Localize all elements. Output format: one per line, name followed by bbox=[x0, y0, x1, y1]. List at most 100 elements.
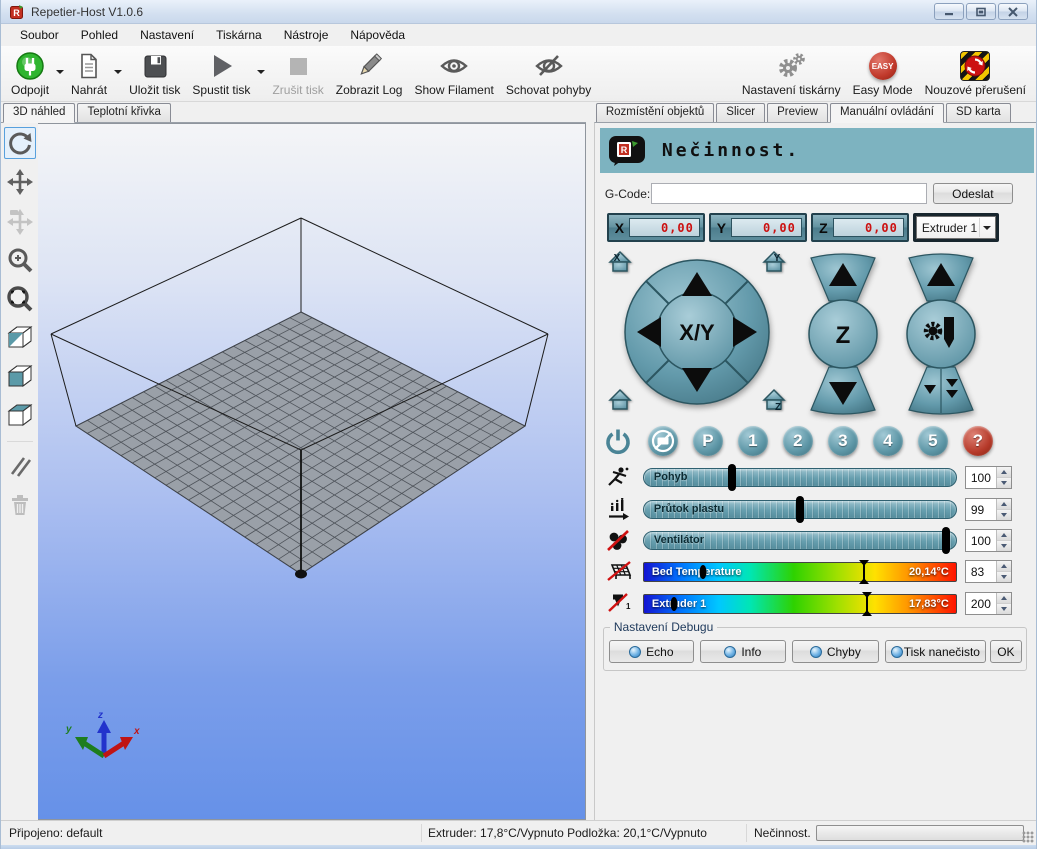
home-z-icon: Z bbox=[761, 387, 787, 413]
flow-slider-thumb[interactable] bbox=[796, 496, 804, 523]
motor-off-button[interactable] bbox=[648, 426, 678, 456]
zoom-fit-icon bbox=[6, 285, 34, 313]
help-button[interactable]: ? bbox=[963, 426, 993, 456]
fan-slider-thumb[interactable] bbox=[942, 527, 950, 554]
cancel-print-button: Zrušit tisk bbox=[266, 48, 329, 101]
extruder-select[interactable]: Extruder 1 bbox=[916, 216, 996, 239]
debug-echo-button[interactable]: Echo bbox=[609, 640, 694, 663]
home-x-button[interactable]: X bbox=[607, 249, 633, 275]
maximize-button[interactable] bbox=[966, 3, 996, 20]
disconnect-label: Odpojit bbox=[11, 83, 49, 97]
left-pane: 3D náhled Teplotní křivka bbox=[1, 102, 586, 820]
menu-pohled[interactable]: Pohled bbox=[70, 25, 129, 45]
home-z-button[interactable]: Z bbox=[761, 387, 787, 413]
fan-value-box[interactable]: 100 bbox=[965, 529, 1012, 552]
send-gcode-button[interactable]: Odeslat bbox=[933, 183, 1013, 204]
start-print-button[interactable]: Spustit tisk bbox=[186, 48, 256, 101]
debug-dry-run-button[interactable]: Tisk nanečisto bbox=[885, 640, 986, 663]
debug-ok-button[interactable]: OK bbox=[990, 640, 1022, 663]
svg-text:1: 1 bbox=[626, 602, 631, 611]
tab-preview[interactable]: Preview bbox=[767, 103, 828, 122]
flow-slider[interactable]: Průtok plastu bbox=[643, 500, 957, 519]
svg-text:y: y bbox=[65, 724, 72, 735]
zoom-in-button[interactable] bbox=[4, 244, 36, 276]
close-button[interactable] bbox=[998, 3, 1028, 20]
spinner[interactable] bbox=[996, 467, 1011, 488]
menu-tiskarna[interactable]: Tiskárna bbox=[205, 25, 273, 45]
pane-splitter[interactable] bbox=[586, 102, 594, 820]
speed-slider-row: Pohyb 100 bbox=[595, 466, 1037, 492]
hide-travel-label: Schovat pohyby bbox=[506, 83, 591, 97]
bed-temp-target-marker[interactable] bbox=[863, 560, 865, 584]
close-icon bbox=[1007, 7, 1019, 17]
tab-3d-nahled[interactable]: 3D náhled bbox=[3, 103, 75, 123]
menu-nastroje[interactable]: Nástroje bbox=[273, 25, 340, 45]
speed-slider-thumb[interactable] bbox=[728, 464, 736, 491]
show-log-button[interactable]: Zobrazit Log bbox=[330, 48, 409, 101]
zoom-fit-button[interactable] bbox=[4, 283, 36, 315]
parallel-projection-button[interactable] bbox=[4, 450, 36, 482]
spinner[interactable] bbox=[996, 593, 1011, 614]
menu-nastaveni[interactable]: Nastavení bbox=[129, 25, 205, 45]
fan-slider[interactable]: Ventilátor bbox=[643, 531, 957, 550]
tab-slicer[interactable]: Slicer bbox=[716, 103, 765, 122]
spinner[interactable] bbox=[996, 561, 1011, 582]
menu-soubor[interactable]: Soubor bbox=[9, 25, 70, 45]
extruder-temp-slider[interactable]: Extruder 1 17,83°C bbox=[643, 594, 957, 614]
flow-value-box[interactable]: 99 bbox=[965, 498, 1012, 521]
debug-errors-button[interactable]: Chyby bbox=[792, 640, 879, 663]
speed-slider[interactable]: Pohyb bbox=[643, 468, 957, 487]
bed-temp-slider[interactable]: Bed Temperature 20,14°C bbox=[643, 562, 957, 582]
debug-info-button[interactable]: Info bbox=[700, 640, 786, 663]
resize-grip-icon[interactable] bbox=[1022, 831, 1034, 843]
tab-teplotni-krivka[interactable]: Teplotní křivka bbox=[77, 103, 171, 122]
power-button[interactable] bbox=[603, 426, 633, 456]
preset-5-button[interactable]: 5 bbox=[918, 426, 948, 456]
disconnect-button[interactable]: Odpojit bbox=[5, 48, 55, 101]
extruder-jog-control[interactable] bbox=[903, 251, 979, 417]
disconnect-dropdown[interactable] bbox=[55, 62, 65, 82]
menu-napoveda[interactable]: Nápověda bbox=[339, 25, 416, 45]
status-banner: R Nečinnost. bbox=[600, 128, 1034, 173]
home-y-button[interactable]: Y bbox=[761, 249, 787, 275]
emergency-stop-button[interactable]: Nouzové přerušení bbox=[919, 48, 1032, 101]
xy-jog-pad[interactable]: X/Y bbox=[622, 257, 772, 407]
speed-value-box[interactable]: 100 bbox=[965, 466, 1012, 489]
preset-4-button[interactable]: 4 bbox=[873, 426, 903, 456]
viewport-3d[interactable]: y z x bbox=[38, 123, 586, 820]
view-iso-button[interactable] bbox=[4, 322, 36, 354]
minimize-button[interactable] bbox=[934, 3, 964, 20]
connection-status: Připojeno: default bbox=[9, 826, 102, 840]
park-button[interactable]: P bbox=[693, 426, 723, 456]
preset-3-button[interactable]: 3 bbox=[828, 426, 858, 456]
extruder-temp-target-marker[interactable] bbox=[866, 592, 868, 616]
bed-temp-thumb[interactable] bbox=[700, 565, 707, 579]
easy-mode-button[interactable]: EASY Easy Mode bbox=[847, 48, 919, 101]
spinner[interactable] bbox=[996, 530, 1011, 551]
save-print-button[interactable]: Uložit tisk bbox=[123, 48, 186, 101]
tab-sd-karta[interactable]: SD karta bbox=[946, 103, 1011, 122]
printer-settings-button[interactable]: Nastavení tiskárny bbox=[736, 48, 847, 101]
gcode-input[interactable] bbox=[651, 183, 927, 204]
load-button[interactable]: Nahrát bbox=[65, 48, 113, 101]
bed-temp-value-box[interactable]: 83 bbox=[965, 560, 1012, 583]
start-print-dropdown[interactable] bbox=[256, 62, 266, 82]
preset-2-button[interactable]: 2 bbox=[783, 426, 813, 456]
view-top-button[interactable] bbox=[4, 400, 36, 432]
window-frame bbox=[1, 845, 1036, 849]
tab-manualni-ovladani[interactable]: Manuální ovládání bbox=[830, 103, 944, 123]
preset-1-button[interactable]: 1 bbox=[738, 426, 768, 456]
extruder-temp-thumb[interactable] bbox=[670, 597, 677, 611]
spinner[interactable] bbox=[996, 499, 1011, 520]
move-view-button[interactable] bbox=[4, 166, 36, 198]
rotate-view-button[interactable] bbox=[4, 127, 36, 159]
home-all-button[interactable] bbox=[607, 387, 633, 413]
view-front-button[interactable] bbox=[4, 361, 36, 393]
show-filament-button[interactable]: Show Filament bbox=[408, 48, 499, 101]
hide-travel-button[interactable]: Schovat pohyby bbox=[500, 48, 597, 101]
front-view-icon bbox=[5, 362, 35, 392]
z-jog-control[interactable]: Z bbox=[805, 251, 881, 417]
load-dropdown[interactable] bbox=[113, 62, 123, 82]
tab-rozmisteni-objektu[interactable]: Rozmístění objektů bbox=[596, 103, 714, 122]
extruder-temp-value-box[interactable]: 200 bbox=[965, 592, 1012, 615]
